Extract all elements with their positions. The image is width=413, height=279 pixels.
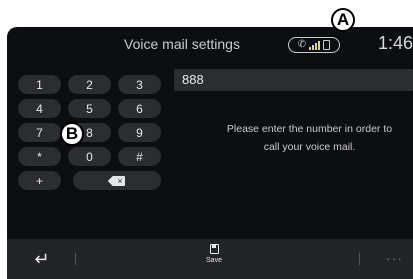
key-7[interactable]: 7 — [18, 123, 61, 142]
phone-status-indicator[interactable]: ✆ — [288, 37, 340, 53]
key-5[interactable]: 5 — [68, 99, 111, 118]
voicemail-number-value: 888 — [182, 72, 204, 87]
instruction-line-2: call your voice mail. — [263, 141, 356, 153]
key-3[interactable]: 3 — [118, 75, 161, 94]
key-star[interactable]: * — [18, 147, 61, 166]
key-hash[interactable]: # — [118, 147, 161, 166]
key-2[interactable]: 2 — [68, 75, 111, 94]
key-plus[interactable]: + — [18, 171, 61, 190]
infotainment-screen: Voice mail settings ✆ 1:46 1 2 3 4 5 6 7… — [7, 27, 413, 279]
key-9[interactable]: 9 — [118, 123, 161, 142]
signal-bars-icon — [309, 40, 321, 50]
voicemail-number-field[interactable]: 888 — [174, 69, 413, 91]
save-icon — [209, 244, 219, 254]
backspace-icon: × — [109, 175, 125, 186]
clock: 1:46 — [377, 33, 413, 53]
save-label: Save — [206, 257, 222, 264]
more-options-button[interactable]: ··· — [386, 250, 403, 266]
key-4[interactable]: 4 — [18, 99, 61, 118]
phone-icon: ✆ — [297, 39, 307, 50]
instruction-line-1: Please enter the number in order to — [226, 123, 393, 135]
instruction-text: Please enter the number in order to call… — [207, 120, 412, 156]
bottom-toolbar: ↵ Save ··· — [7, 239, 413, 279]
key-1[interactable]: 1 — [18, 75, 61, 94]
callout-marker-b: B — [60, 122, 84, 146]
back-button[interactable]: ↵ — [31, 250, 53, 268]
toolbar-divider — [75, 253, 76, 265]
save-button[interactable]: Save — [199, 244, 229, 274]
callout-marker-a: A — [331, 8, 355, 32]
backspace-button[interactable]: × — [73, 171, 161, 190]
battery-icon — [323, 40, 331, 50]
key-6[interactable]: 6 — [118, 99, 161, 118]
toolbar-divider — [359, 253, 360, 265]
key-0[interactable]: 0 — [68, 147, 111, 166]
back-arrow-icon: ↵ — [34, 249, 50, 269]
